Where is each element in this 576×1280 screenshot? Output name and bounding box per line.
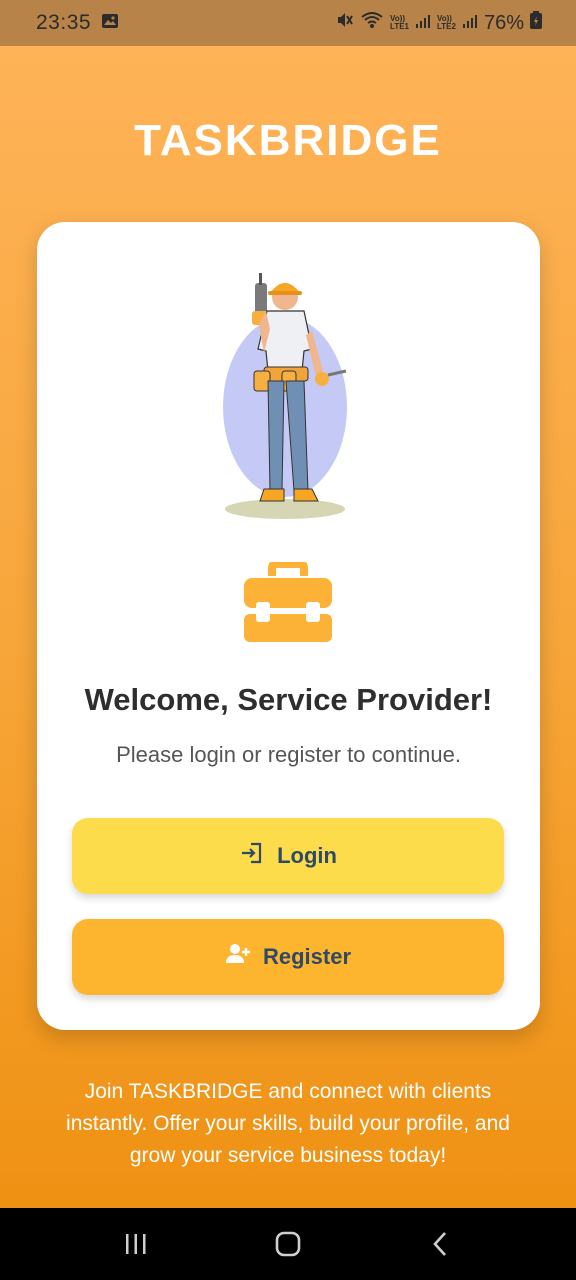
welcome-subtitle: Please login or register to continue. [116, 742, 461, 767]
battery-percent: 76% [483, 11, 524, 34]
status-right: Vo)) LTE1 Vo)) LTE2 76% [336, 11, 542, 35]
sim1-lte: LTE1 [390, 22, 409, 31]
recent-apps-button[interactable] [116, 1224, 156, 1264]
sim2-label: Vo)) LTE2 [437, 15, 456, 31]
wifi-icon [360, 11, 384, 35]
navigation-bar [0, 1208, 576, 1280]
register-button[interactable]: Register [72, 919, 504, 995]
app-title: TASKBRIDGE [134, 116, 442, 165]
signal-icon [415, 12, 431, 35]
back-button[interactable] [420, 1224, 460, 1264]
gallery-icon [101, 12, 119, 35]
login-label: Login [277, 843, 337, 868]
battery-icon [530, 11, 542, 35]
add-user-icon [225, 941, 251, 973]
signal-icon [462, 12, 478, 35]
footer-description: Join TASKBRIDGE and connect with clients… [66, 1080, 510, 1167]
home-button[interactable] [268, 1224, 308, 1264]
status-left: 23:35 [36, 11, 119, 35]
home-icon [275, 1231, 301, 1257]
login-button[interactable]: Login [72, 818, 504, 894]
welcome-heading: Welcome, Service Provider! [84, 682, 493, 717]
status-bar: 23:35 Vo)) LTE1 Vo)) LTE2 76% [0, 0, 576, 46]
recent-apps-icon [126, 1234, 146, 1254]
worker-illustration [212, 267, 372, 523]
toolbox-icon [242, 560, 334, 644]
sim2-lte: LTE2 [437, 22, 456, 31]
sim1-label: Vo)) LTE1 [390, 15, 409, 31]
register-label: Register [262, 944, 352, 969]
back-icon [433, 1232, 446, 1256]
login-icon [239, 840, 265, 872]
status-time: 23:35 [36, 11, 92, 34]
mute-icon [336, 11, 354, 35]
welcome-card: Welcome, Service Provider! Please login … [37, 222, 540, 1030]
